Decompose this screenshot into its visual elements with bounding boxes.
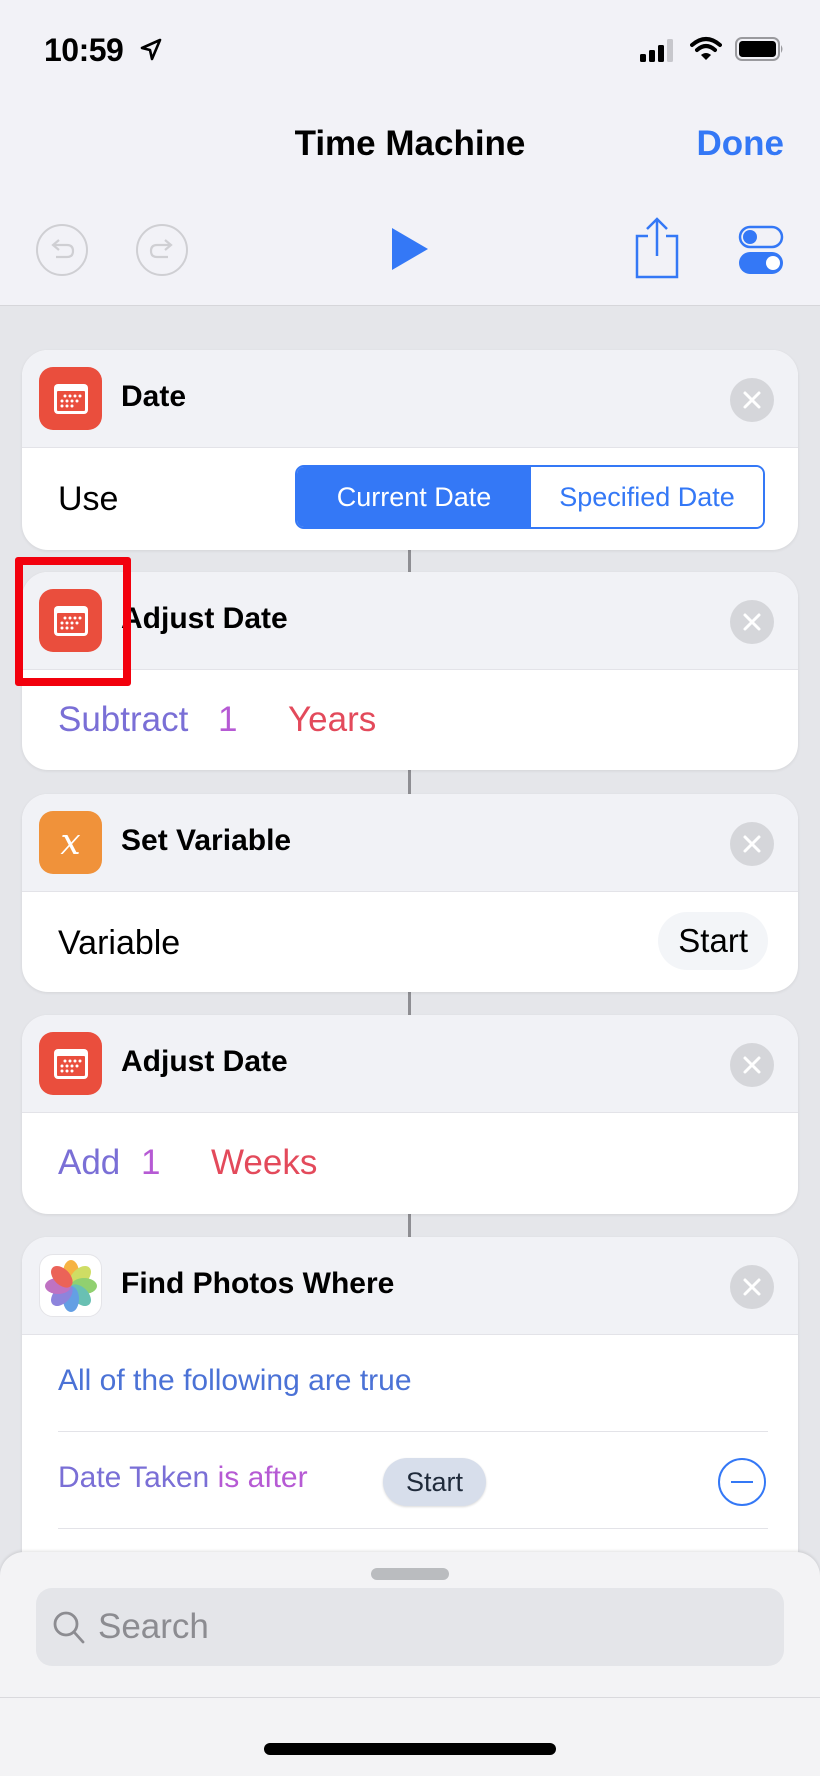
remove-action-button[interactable] xyxy=(730,822,774,866)
segment-specified-date[interactable]: Specified Date xyxy=(531,467,763,527)
flow-connector xyxy=(408,1214,411,1237)
sheet-grabber[interactable] xyxy=(371,1568,449,1580)
action-body: Subtract 1 Years xyxy=(22,670,798,770)
share-icon[interactable] xyxy=(632,216,682,285)
flow-connector xyxy=(408,550,411,572)
divider xyxy=(0,1697,820,1698)
unit-parameter[interactable]: Weeks xyxy=(211,1143,317,1183)
status-time: 10:59 xyxy=(44,32,124,68)
close-icon xyxy=(743,391,761,409)
operation-parameter[interactable]: Add xyxy=(58,1143,120,1183)
unit-parameter[interactable]: Years xyxy=(288,700,376,740)
calendar-icon xyxy=(39,589,102,652)
action-body: Add 1 Weeks xyxy=(22,1113,798,1214)
match-mode-row[interactable]: All of the following are true xyxy=(22,1335,798,1432)
variable-token[interactable]: Start xyxy=(383,1458,487,1506)
close-icon xyxy=(743,1278,761,1296)
location-arrow-icon xyxy=(140,38,162,67)
action-card-adjust-date[interactable]: Adjust Date Add 1 Weeks xyxy=(22,1015,798,1214)
home-indicator[interactable] xyxy=(264,1743,556,1755)
redo-icon[interactable] xyxy=(134,222,190,283)
filter-operator[interactable]: is after xyxy=(218,1461,308,1494)
action-body: Variable Start xyxy=(22,892,798,992)
remove-filter-button[interactable] xyxy=(718,1458,766,1506)
done-button[interactable]: Done xyxy=(697,124,785,164)
wifi-icon xyxy=(690,36,722,67)
play-icon[interactable] xyxy=(386,224,432,279)
action-header: Date xyxy=(22,350,798,448)
remove-action-button[interactable] xyxy=(730,600,774,644)
action-title: Adjust Date xyxy=(121,602,288,635)
action-header: Find Photos Where xyxy=(22,1237,798,1335)
search-input[interactable] xyxy=(98,1588,758,1666)
action-card-adjust-date[interactable]: Adjust Date Subtract 1 Years xyxy=(22,572,798,770)
search-icon xyxy=(52,1610,86,1651)
action-body: Use Current Date Specified Date xyxy=(22,448,798,550)
search-field[interactable] xyxy=(36,1588,784,1666)
operation-parameter[interactable]: Subtract xyxy=(58,700,188,740)
flow-connector xyxy=(408,770,411,794)
filter-condition: Date Taken is after xyxy=(58,1461,308,1495)
battery-icon xyxy=(735,37,785,66)
flow-connector xyxy=(408,992,411,1015)
undo-icon[interactable] xyxy=(34,222,90,283)
close-icon xyxy=(743,1056,761,1074)
date-source-segmented-control[interactable]: Current Date Specified Date xyxy=(295,465,765,529)
calendar-icon xyxy=(39,1032,102,1095)
top-bar: 10:59 Time Machine Done xyxy=(0,0,820,306)
action-header: Adjust Date xyxy=(22,1015,798,1113)
remove-action-button[interactable] xyxy=(730,378,774,422)
remove-action-button[interactable] xyxy=(730,1265,774,1309)
remove-action-button[interactable] xyxy=(730,1043,774,1087)
photos-icon xyxy=(39,1254,102,1317)
variable-name-field[interactable]: Start xyxy=(658,912,768,970)
action-title: Adjust Date xyxy=(121,1045,288,1078)
action-header: Adjust Date xyxy=(22,572,798,670)
action-card-set-variable[interactable]: x Set Variable Variable Start xyxy=(22,794,798,992)
segment-current-date[interactable]: Current Date xyxy=(297,467,531,527)
filter-field[interactable]: Date Taken xyxy=(58,1461,209,1494)
amount-parameter[interactable]: 1 xyxy=(141,1143,160,1183)
action-card-date[interactable]: Date Use Current Date Specified Date xyxy=(22,350,798,550)
close-icon xyxy=(743,613,761,631)
action-title: Find Photos Where xyxy=(121,1267,395,1300)
action-header: x Set Variable xyxy=(22,794,798,892)
action-title: Date xyxy=(121,380,187,413)
use-label: Use xyxy=(58,480,119,518)
action-title: Set Variable xyxy=(121,824,292,857)
match-mode-parameter[interactable]: All of the following are true xyxy=(58,1364,412,1398)
variable-x-icon: x xyxy=(39,811,102,874)
cellular-signal-icon xyxy=(640,38,676,67)
variable-label: Variable xyxy=(58,924,181,962)
toggles-icon[interactable] xyxy=(738,225,786,280)
close-icon xyxy=(743,835,761,853)
filter-row: Date Taken is after Start xyxy=(22,1432,798,1529)
amount-parameter[interactable]: 1 xyxy=(218,700,237,740)
calendar-icon xyxy=(39,367,102,430)
